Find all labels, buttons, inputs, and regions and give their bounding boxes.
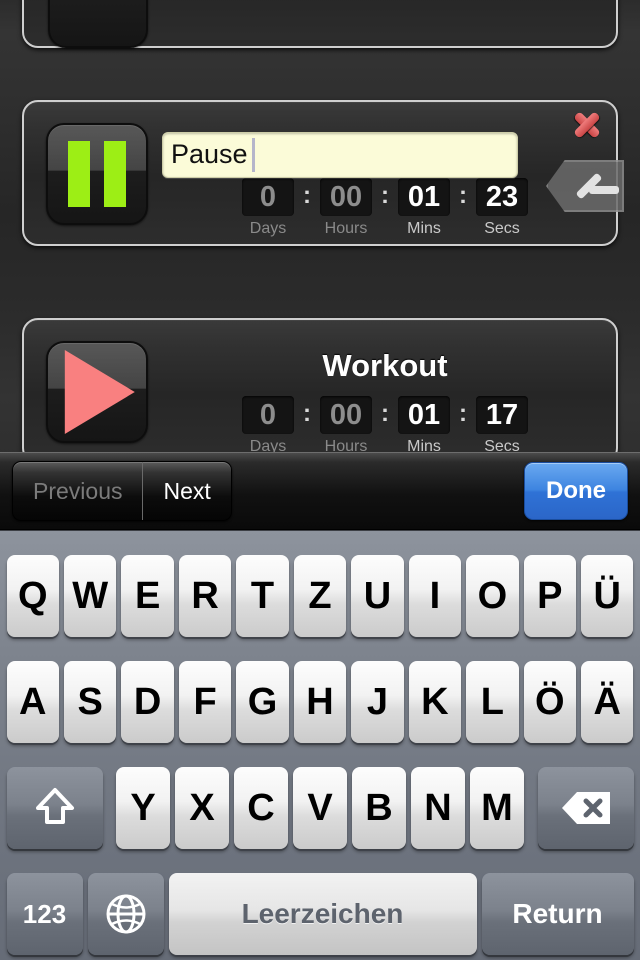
- days-column: 0 Days: [242, 396, 294, 456]
- colon-sep: :: [381, 182, 389, 209]
- clear-text-button[interactable]: [546, 160, 624, 212]
- days-column: 0 Days: [242, 178, 294, 238]
- play-icon: [64, 350, 135, 434]
- key-L[interactable]: L: [466, 661, 519, 743]
- key-Udiaeresis[interactable]: Ü: [581, 555, 634, 637]
- key-G[interactable]: G: [236, 661, 289, 743]
- key-D[interactable]: D: [121, 661, 174, 743]
- pause-play-button-partial[interactable]: [48, 0, 148, 48]
- clock-workout: 0 Days : 00 Hours : 01 Mins : 17 Secs: [174, 396, 596, 456]
- key-M[interactable]: M: [470, 767, 524, 849]
- days-label: Days: [249, 220, 287, 237]
- secs-digit[interactable]: 17: [476, 396, 528, 434]
- row3-letters: Y X C V B N M: [105, 767, 535, 849]
- key-P[interactable]: P: [523, 555, 577, 637]
- secs-column: 17 Secs: [476, 396, 528, 456]
- colon-sep: :: [381, 400, 389, 427]
- colon-sep: :: [459, 182, 467, 209]
- colon-sep: :: [303, 400, 311, 427]
- return-key[interactable]: Return: [481, 873, 634, 955]
- app-screen: Days Hours Mins Secs: [0, 0, 640, 960]
- hours-digit[interactable]: 00: [320, 178, 372, 216]
- key-Adiaeresis[interactable]: Ä: [581, 661, 634, 743]
- key-H[interactable]: H: [293, 661, 347, 743]
- numbers-key[interactable]: 123: [6, 873, 83, 955]
- timer-card-workout[interactable]: Workout 0 Days : 00 Hours : 01 Mins : 17…: [22, 318, 618, 464]
- hours-digit[interactable]: 00: [320, 396, 372, 434]
- hours-column: 00 Hours: [320, 396, 372, 456]
- mins-digit[interactable]: 01: [398, 178, 450, 216]
- key-Z[interactable]: Z: [293, 555, 347, 637]
- key-O[interactable]: O: [466, 555, 519, 637]
- key-B[interactable]: B: [352, 767, 406, 849]
- pause-icon: [68, 141, 126, 207]
- key-S[interactable]: S: [63, 661, 117, 743]
- key-R[interactable]: R: [178, 555, 232, 637]
- keyboard-row-1: Q W E R T Z U I O P Ü: [0, 555, 640, 637]
- secs-label: Secs: [484, 220, 520, 237]
- key-X[interactable]: X: [175, 767, 229, 849]
- key-K[interactable]: K: [408, 661, 462, 743]
- keyboard-row-2: A S D F G H J K L Ö Ä: [0, 661, 640, 743]
- previous-button[interactable]: Previous: [13, 462, 142, 520]
- text-cursor: [252, 138, 255, 172]
- software-keyboard: Q W E R T Z U I O P Ü A S D F G H J K L …: [0, 530, 640, 960]
- clock-pause: 0 Days : 00 Hours : 01 Mins : 23 Secs: [174, 178, 596, 238]
- delete-timer-button[interactable]: [570, 108, 604, 142]
- colon-sep: :: [303, 182, 311, 209]
- key-N[interactable]: N: [411, 767, 465, 849]
- globe-key[interactable]: [87, 873, 164, 955]
- hours-column: 00 Hours: [320, 178, 372, 238]
- timer-name-input[interactable]: [162, 132, 518, 178]
- done-button[interactable]: Done: [524, 462, 628, 520]
- pause-button[interactable]: [46, 123, 148, 225]
- key-T[interactable]: T: [236, 555, 289, 637]
- mins-digit[interactable]: 01: [398, 396, 450, 434]
- prev-next-segmented-control[interactable]: Previous Next: [12, 461, 232, 521]
- key-Q[interactable]: Q: [6, 555, 59, 637]
- colon-sep: :: [459, 400, 467, 427]
- key-Odiaeresis[interactable]: Ö: [523, 661, 577, 743]
- workout-title: Workout: [322, 348, 448, 383]
- mins-column: 01 Mins: [398, 396, 450, 456]
- key-J[interactable]: J: [351, 661, 404, 743]
- hours-label: Hours: [324, 220, 368, 237]
- clear-icon-bar: [588, 186, 619, 194]
- key-A[interactable]: A: [6, 661, 59, 743]
- key-C[interactable]: C: [234, 767, 288, 849]
- timer-list-area: Days Hours Mins Secs: [0, 0, 640, 530]
- key-E[interactable]: E: [121, 555, 174, 637]
- days-digit[interactable]: 0: [242, 396, 294, 434]
- key-U[interactable]: U: [351, 555, 404, 637]
- days-digit[interactable]: 0: [242, 178, 294, 216]
- key-W[interactable]: W: [63, 555, 117, 637]
- space-key[interactable]: Leerzeichen: [168, 873, 477, 955]
- key-Y[interactable]: Y: [116, 767, 170, 849]
- key-F[interactable]: F: [178, 661, 232, 743]
- timer-card-partial[interactable]: Days Hours Mins Secs: [22, 0, 618, 48]
- secs-digit[interactable]: 23: [476, 178, 528, 216]
- backspace-key[interactable]: [537, 767, 634, 849]
- keyboard-row-3: Y X C V B N M: [0, 767, 640, 849]
- key-V[interactable]: V: [293, 767, 347, 849]
- key-I[interactable]: I: [408, 555, 462, 637]
- mins-label: Mins: [407, 220, 441, 237]
- shift-icon: [35, 788, 74, 824]
- keyboard-accessory-toolbar: Previous Next Done: [0, 452, 640, 530]
- play-button[interactable]: [46, 341, 148, 443]
- mins-column: 01 Mins: [398, 178, 450, 238]
- secs-column: 23 Secs: [476, 178, 528, 238]
- shift-key[interactable]: [6, 767, 103, 849]
- next-button[interactable]: Next: [143, 462, 230, 520]
- globe-icon: [106, 894, 145, 934]
- backspace-icon: [561, 792, 610, 824]
- keyboard-row-4: 123 Leerzeichen Return: [0, 873, 640, 955]
